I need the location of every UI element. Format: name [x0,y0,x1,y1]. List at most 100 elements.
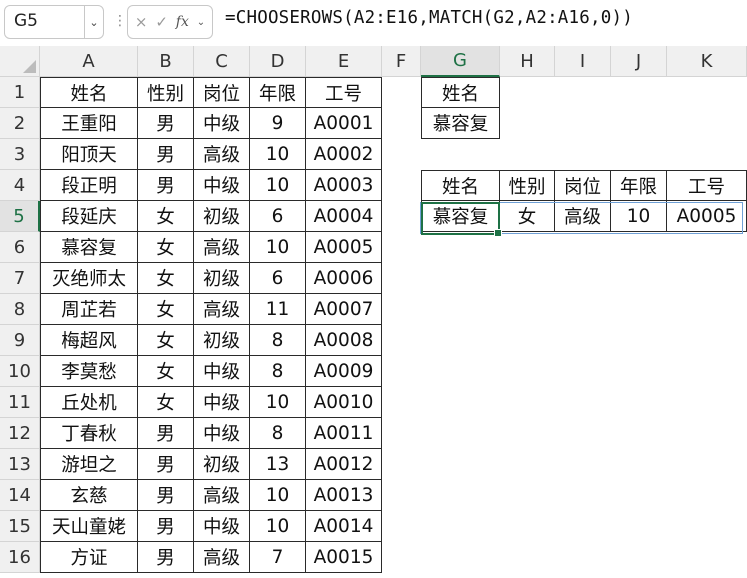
column-header-j[interactable]: J [611,46,667,77]
select-all-corner[interactable] [0,46,40,77]
row-header-7[interactable]: 7 [0,263,40,294]
column-header-a[interactable]: A [40,46,138,77]
table-cell[interactable]: 中级 [194,356,250,387]
row-header-2[interactable]: 2 [0,108,40,139]
result-header-cell[interactable]: 岗位 [555,170,611,201]
row-header-15[interactable]: 15 [0,511,40,542]
table-cell[interactable]: 王重阳 [40,108,138,139]
table-cell[interactable]: 13 [250,449,306,480]
result-header-cell[interactable]: 姓名 [421,170,500,201]
table-cell[interactable]: A0014 [306,511,382,542]
table-cell[interactable]: 男 [138,480,194,511]
result-header-cell[interactable]: 性别 [500,170,555,201]
table-cell[interactable]: 男 [138,418,194,449]
table-cell[interactable]: 男 [138,511,194,542]
table-header-cell[interactable]: 岗位 [194,77,250,108]
table-cell[interactable]: 梅超风 [40,325,138,356]
table-cell[interactable]: A0008 [306,325,382,356]
column-header-f[interactable]: F [382,46,421,77]
table-cell[interactable]: 慕容复 [40,232,138,263]
table-cell[interactable]: 10 [250,139,306,170]
table-cell[interactable]: A0002 [306,139,382,170]
cancel-icon[interactable]: × [135,13,148,31]
table-cell[interactable]: A0006 [306,263,382,294]
table-cell[interactable]: A0009 [306,356,382,387]
table-header-cell[interactable]: 年限 [250,77,306,108]
chevron-down-icon[interactable]: ⌄ [197,17,205,28]
table-cell[interactable]: 6 [250,263,306,294]
column-header-k[interactable]: K [667,46,747,77]
table-cell[interactable]: 女 [138,263,194,294]
result-value-cell[interactable]: A0005 [667,201,747,232]
table-cell[interactable]: 10 [250,232,306,263]
name-box[interactable]: G5 ⌄ [4,5,104,39]
table-cell[interactable]: 初级 [194,449,250,480]
table-cell[interactable]: A0003 [306,170,382,201]
table-cell[interactable]: 男 [138,170,194,201]
table-cell[interactable]: 10 [250,480,306,511]
column-header-g[interactable]: G [421,46,500,77]
column-header-h[interactable]: H [500,46,555,77]
table-cell[interactable]: 男 [138,542,194,573]
row-header-5[interactable]: 5 [0,201,40,232]
table-cell[interactable]: 男 [138,139,194,170]
table-cell[interactable]: 高级 [194,139,250,170]
enter-icon[interactable]: ✓ [155,13,168,31]
row-header-12[interactable]: 12 [0,418,40,449]
table-cell[interactable]: 灭绝师太 [40,263,138,294]
table-cell[interactable]: 丘处机 [40,387,138,418]
table-cell[interactable]: 初级 [194,201,250,232]
row-header-8[interactable]: 8 [0,294,40,325]
table-cell[interactable]: 男 [138,108,194,139]
result-header-cell[interactable]: 年限 [611,170,667,201]
table-cell[interactable]: 丁春秋 [40,418,138,449]
table-cell[interactable]: 11 [250,294,306,325]
table-cell[interactable]: A0012 [306,449,382,480]
column-header-e[interactable]: E [306,46,382,77]
table-cell[interactable]: 女 [138,325,194,356]
table-cell[interactable]: 女 [138,387,194,418]
row-header-16[interactable]: 16 [0,542,40,573]
table-cell[interactable]: 阳顶天 [40,139,138,170]
row-header-1[interactable]: 1 [0,77,40,108]
table-cell[interactable]: 女 [138,294,194,325]
table-header-cell[interactable]: 性别 [138,77,194,108]
row-header-11[interactable]: 11 [0,387,40,418]
table-cell[interactable]: 方证 [40,542,138,573]
row-header-14[interactable]: 14 [0,480,40,511]
table-cell[interactable]: 高级 [194,542,250,573]
table-cell[interactable]: 6 [250,201,306,232]
column-header-i[interactable]: I [555,46,611,77]
table-cell[interactable]: 段正明 [40,170,138,201]
table-cell[interactable]: 高级 [194,294,250,325]
table-cell[interactable]: 初级 [194,325,250,356]
table-cell[interactable]: A0013 [306,480,382,511]
table-cell[interactable]: 女 [138,201,194,232]
table-cell[interactable]: 周芷若 [40,294,138,325]
table-cell[interactable]: 段延庆 [40,201,138,232]
table-cell[interactable]: 游坦之 [40,449,138,480]
result-header-cell[interactable]: 工号 [667,170,747,201]
table-header-cell[interactable]: 工号 [306,77,382,108]
result-value-cell[interactable]: 10 [611,201,667,232]
table-cell[interactable]: A0010 [306,387,382,418]
insert-function-icon[interactable]: fx [176,14,189,30]
table-cell[interactable]: 7 [250,542,306,573]
table-cell[interactable]: 10 [250,511,306,542]
table-cell[interactable]: 8 [250,356,306,387]
table-cell[interactable]: 女 [138,356,194,387]
table-cell[interactable]: 中级 [194,108,250,139]
table-cell[interactable]: 男 [138,449,194,480]
table-cell[interactable]: A0004 [306,201,382,232]
row-header-10[interactable]: 10 [0,356,40,387]
row-header-9[interactable]: 9 [0,325,40,356]
more-options-icon[interactable]: ⋮ [113,13,127,29]
table-cell[interactable]: 中级 [194,387,250,418]
table-cell[interactable]: 李莫愁 [40,356,138,387]
name-box-value[interactable]: G5 [14,11,38,31]
table-cell[interactable]: 9 [250,108,306,139]
table-cell[interactable]: 8 [250,325,306,356]
result-value-cell[interactable]: 慕容复 [421,201,500,232]
table-cell[interactable]: A0011 [306,418,382,449]
table-cell[interactable]: 初级 [194,263,250,294]
